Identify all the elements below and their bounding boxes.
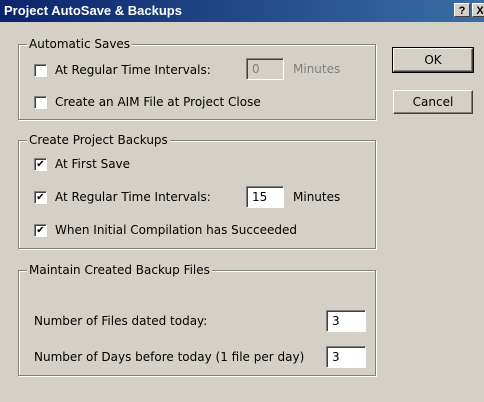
files-today-label: Number of Files dated today: [34,314,208,328]
window-title: Project AutoSave & Backups [4,3,182,18]
cancel-button[interactable]: Cancel [393,90,473,114]
autosave-interval-input[interactable]: 0 [246,58,284,80]
ok-button[interactable]: OK [392,47,474,73]
first-save-option[interactable]: At First Save [34,156,130,172]
aim-file-label: Create an AIM File at Project Close [55,95,261,109]
automatic-saves-legend: Automatic Saves [27,37,133,51]
days-before-input[interactable]: 3 [326,346,366,368]
aim-file-option[interactable]: Create an AIM File at Project Close [34,94,261,110]
backup-interval-option[interactable]: At Regular Time Intervals: [34,189,211,205]
close-button[interactable]: X [472,3,484,17]
files-today-input[interactable]: 3 [326,310,366,332]
backup-interval-input[interactable]: 15 [246,186,284,208]
days-before-label: Number of Days before today (1 file per … [34,350,305,364]
compilation-option[interactable]: When Initial Compilation has Succeeded [34,222,297,238]
project-backups-legend: Create Project Backups [27,133,170,147]
backup-interval-label: At Regular Time Intervals: [55,190,211,204]
backup-interval-checkbox[interactable] [34,190,47,204]
backup-files-legend: Maintain Created Backup Files [27,263,212,277]
autosave-interval-unit: Minutes [293,62,341,76]
first-save-checkbox[interactable] [34,157,47,171]
aim-file-checkbox[interactable] [34,95,47,109]
compilation-checkbox[interactable] [34,223,47,237]
compilation-label: When Initial Compilation has Succeeded [55,223,297,237]
help-button[interactable]: ? [454,3,470,17]
title-bar: Project AutoSave & Backups ? X [0,0,484,22]
autosave-interval-label: At Regular Time Intervals: [55,63,211,77]
backup-interval-unit: Minutes [293,190,341,204]
autosave-interval-checkbox[interactable] [34,63,47,77]
first-save-label: At First Save [55,157,131,171]
autosave-interval-option[interactable]: At Regular Time Intervals: [34,62,211,78]
